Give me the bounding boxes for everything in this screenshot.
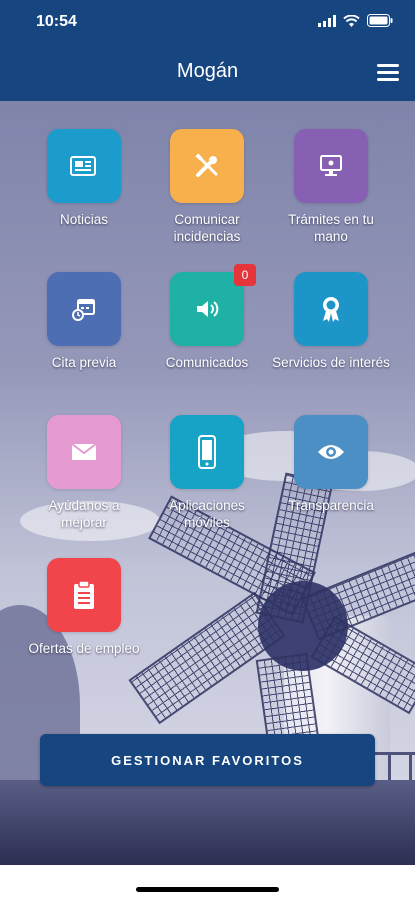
calendar-icon bbox=[72, 299, 95, 321]
grid-item-label: Noticias bbox=[59, 212, 108, 227]
grid-item-label: Transparencia bbox=[288, 498, 374, 513]
grid-item-comunicados[interactable]: 0 Comunicados bbox=[147, 264, 267, 371]
clipboard-icon bbox=[74, 580, 94, 609]
grid-item-label: Ofertas de empleo bbox=[28, 641, 140, 656]
grid-item-transparencia[interactable]: Transparencia bbox=[271, 415, 391, 514]
grid-item-label: Comunicar incidencias bbox=[173, 212, 241, 244]
grid-item-label: Comunicados bbox=[165, 355, 249, 370]
phone-icon bbox=[198, 435, 216, 469]
battery-icon bbox=[367, 14, 393, 27]
wifi-icon bbox=[343, 14, 360, 27]
status-icons bbox=[318, 14, 393, 27]
status-bar: 10:54 bbox=[0, 0, 415, 44]
app-header: Mogán bbox=[0, 44, 415, 101]
grid-item-cita-previa[interactable]: Cita previa bbox=[24, 272, 144, 371]
signal-icon bbox=[318, 14, 336, 27]
grid-item-tramites[interactable]: Trámites en tu mano bbox=[271, 129, 391, 245]
tools-icon bbox=[195, 153, 218, 177]
grid-item-servicios-de-interes[interactable]: Servicios de interés bbox=[271, 272, 391, 371]
hamburger-menu-icon[interactable] bbox=[377, 64, 399, 82]
grid-item-label: Cita previa bbox=[51, 355, 117, 370]
status-time: 10:54 bbox=[36, 13, 77, 30]
notification-badge: 0 bbox=[234, 264, 256, 286]
home-indicator-area bbox=[0, 865, 415, 900]
grid-item-label: Ayúdanos a mejorar bbox=[48, 498, 120, 530]
grid-item-ayudanos-a-mejorar[interactable]: Ayúdanos a mejorar bbox=[24, 415, 144, 531]
grid-item-noticias[interactable]: Noticias bbox=[24, 129, 144, 228]
newspaper-icon bbox=[70, 156, 96, 176]
eye-icon bbox=[318, 445, 344, 459]
manage-favorites-button[interactable]: GESTIONAR FAVORITOS bbox=[40, 734, 375, 786]
grid-item-label: Servicios de interés bbox=[272, 355, 390, 370]
grid-item-comunicar-incidencias[interactable]: Comunicar incidencias bbox=[147, 129, 267, 245]
page-title: Mogán bbox=[176, 60, 239, 82]
award-icon bbox=[323, 297, 339, 322]
speaker-icon bbox=[197, 301, 219, 317]
grid-item-label: Aplicaciones móviles bbox=[169, 498, 245, 530]
computer-icon bbox=[320, 155, 342, 176]
grid-item-label: Trámites en tu mano bbox=[288, 212, 374, 244]
grid-item-ofertas-de-empleo[interactable]: Ofertas de empleo bbox=[24, 558, 144, 657]
home-indicator[interactable] bbox=[136, 887, 279, 892]
envelope-icon bbox=[71, 443, 97, 460]
grid-item-aplicaciones-moviles[interactable]: Aplicaciones móviles bbox=[147, 415, 267, 531]
